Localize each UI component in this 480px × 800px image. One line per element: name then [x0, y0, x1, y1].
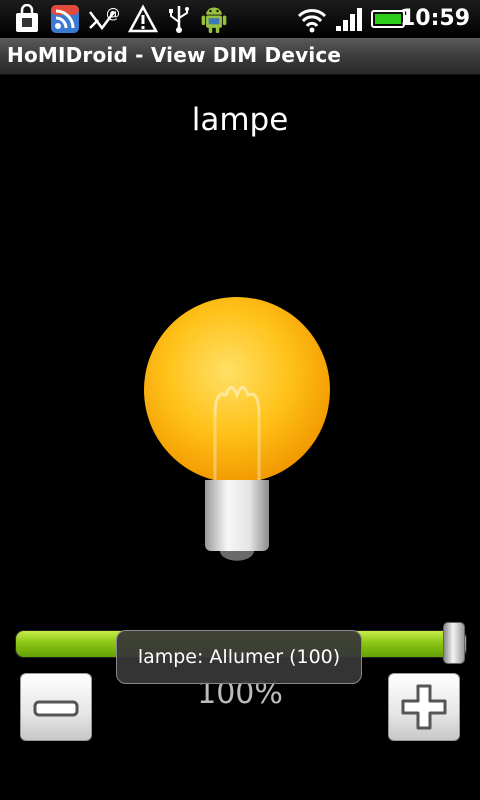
android-debug-icon	[201, 7, 227, 34]
lightbulb-icon[interactable]	[135, 295, 340, 575]
usb-icon	[169, 6, 189, 33]
app-title: HoMIDroid - View DIM Device	[7, 43, 342, 67]
slider-thumb[interactable]	[443, 622, 465, 664]
missed-email-icon: @	[89, 6, 120, 31]
rss-icon	[51, 5, 79, 33]
svg-text:@: @	[106, 6, 120, 22]
status-time: 10:59	[399, 6, 470, 31]
signal-icon	[336, 8, 362, 31]
warning-icon	[128, 4, 158, 33]
status-bar: @ 10:59	[0, 0, 480, 38]
shopping-bag-icon	[16, 4, 38, 32]
toast-message: lampe: Allumer (100)	[116, 630, 362, 684]
device-name: lampe	[191, 102, 289, 138]
title-bar: HoMIDroid - View DIM Device	[0, 38, 480, 75]
wifi-icon	[297, 9, 327, 33]
